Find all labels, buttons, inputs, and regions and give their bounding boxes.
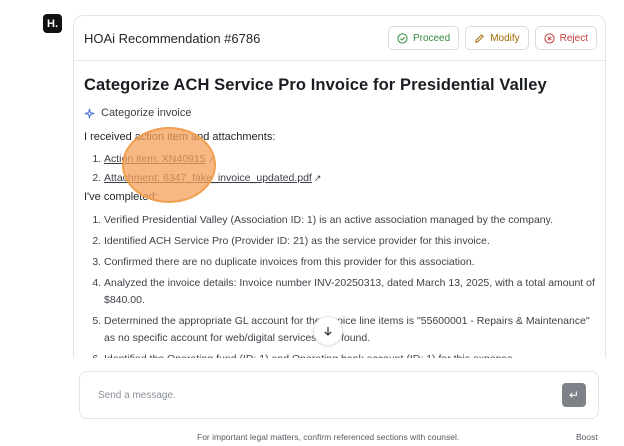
- message-placeholder: Send a message.: [98, 389, 176, 401]
- reject-button[interactable]: Reject: [534, 26, 597, 50]
- arrow-down-icon: [324, 327, 332, 336]
- message-input[interactable]: Send a message. ↵: [79, 371, 599, 419]
- modify-button[interactable]: Modify: [465, 26, 529, 50]
- external-link-icon: ↗: [313, 173, 322, 183]
- list-item: Determined the appropriate GL account fo…: [104, 313, 595, 347]
- click-highlight: [122, 127, 216, 203]
- x-circle-icon: [544, 32, 555, 44]
- boost-link[interactable]: Boost: [576, 432, 598, 442]
- recommendation-title: HOAi Recommendation #6786: [84, 30, 261, 46]
- check-circle-icon: [397, 32, 408, 44]
- completed-steps-list: Verified Presidential Valley (Associatio…: [84, 212, 595, 368]
- sparkle-icon: [84, 108, 95, 118]
- enter-icon: ↵: [568, 388, 580, 402]
- page-title: Categorize ACH Service Pro Invoice for P…: [84, 76, 547, 94]
- list-item: Analyzed the invoice details: Invoice nu…: [104, 275, 595, 309]
- scroll-down-button[interactable]: [313, 316, 343, 346]
- send-button[interactable]: ↵: [562, 383, 586, 407]
- proceed-button[interactable]: Proceed: [387, 26, 460, 50]
- proceed-label: Proceed: [412, 32, 451, 44]
- pencil-icon: [475, 33, 484, 43]
- message-composer: Send a message. ↵: [67, 358, 615, 432]
- list-item: Verified Presidential Valley (Associatio…: [104, 212, 595, 229]
- list-item: Identified ACH Service Pro (Provider ID:…: [104, 233, 595, 250]
- reject-label: Reject: [559, 32, 588, 44]
- list-item: Confirmed there are no duplicate invoice…: [104, 254, 595, 271]
- legal-note: For important legal matters, confirm ref…: [197, 432, 460, 442]
- app-logo: H.: [43, 14, 62, 33]
- category-tag: Categorize invoice: [84, 107, 595, 119]
- card-header: HOAi Recommendation #6786 Proceed Modify…: [74, 16, 605, 61]
- category-label: Categorize invoice: [101, 107, 192, 119]
- modify-label: Modify: [490, 32, 520, 44]
